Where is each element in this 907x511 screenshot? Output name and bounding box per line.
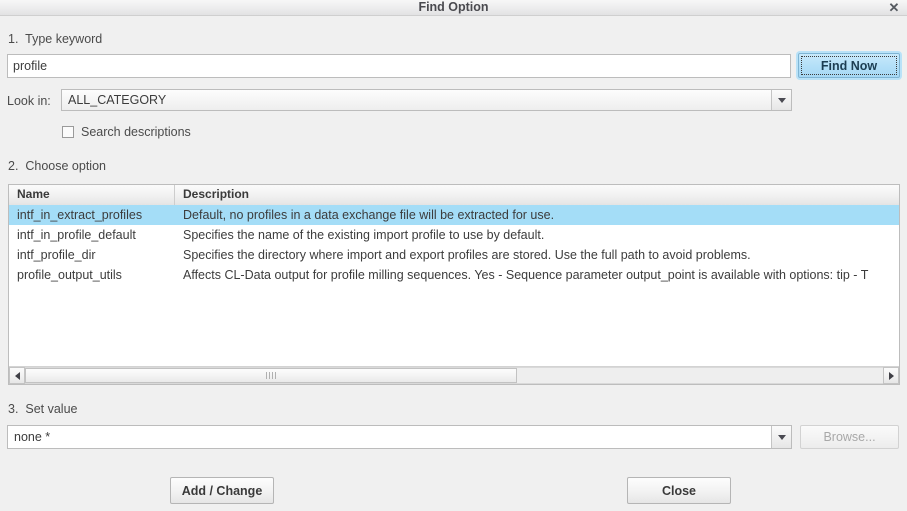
cell-name: intf_profile_dir xyxy=(9,245,175,265)
table-row[interactable]: intf_in_profile_default Specifies the na… xyxy=(9,225,899,245)
close-button[interactable]: Close xyxy=(627,477,731,504)
scrollbar-track[interactable] xyxy=(25,367,883,384)
close-icon[interactable]: ✕ xyxy=(885,0,903,16)
step-1-label: 1. Type keyword xyxy=(8,32,102,46)
arrow-right-icon[interactable] xyxy=(883,367,899,384)
find-now-label: Find Now xyxy=(821,59,877,73)
cell-name: intf_in_profile_default xyxy=(9,225,175,245)
arrow-left-icon[interactable] xyxy=(9,367,25,384)
cell-description: Affects CL-Data output for profile milli… xyxy=(175,265,899,285)
browse-button[interactable]: Browse... xyxy=(800,425,899,449)
add-change-label: Add / Change xyxy=(182,484,263,498)
step-2-label: 2. Choose option xyxy=(8,159,106,173)
horizontal-scrollbar[interactable] xyxy=(9,366,899,384)
window-titlebar: Find Option ✕ xyxy=(0,0,907,16)
table-row[interactable]: intf_profile_dir Specifies the directory… xyxy=(9,245,899,265)
chevron-down-icon[interactable] xyxy=(771,426,791,448)
browse-label: Browse... xyxy=(823,430,875,444)
table-row[interactable]: profile_output_utils Affects CL-Data out… xyxy=(9,265,899,285)
options-table-body: intf_in_extract_profiles Default, no pro… xyxy=(9,205,899,366)
keyword-input[interactable] xyxy=(7,54,791,78)
column-header-description[interactable]: Description xyxy=(175,185,899,205)
look-in-value: ALL_CATEGORY xyxy=(62,90,771,110)
search-descriptions-checkbox-row[interactable]: Search descriptions xyxy=(62,125,191,139)
close-button-label: Close xyxy=(662,484,696,498)
set-value-text: none * xyxy=(8,426,771,448)
look-in-combobox[interactable]: ALL_CATEGORY xyxy=(61,89,792,111)
step-3-label: 3. Set value xyxy=(8,402,78,416)
scroll-grip-icon xyxy=(266,372,276,379)
cell-description: Specifies the directory where import and… xyxy=(175,245,899,265)
add-change-button[interactable]: Add / Change xyxy=(170,477,274,504)
window-title: Find Option xyxy=(0,0,907,15)
chevron-down-icon[interactable] xyxy=(771,90,791,110)
find-now-button[interactable]: Find Now xyxy=(798,53,900,78)
look-in-label: Look in: xyxy=(7,94,51,108)
cell-description: Specifies the name of the existing impor… xyxy=(175,225,899,245)
cell-description: Default, no profiles in a data exchange … xyxy=(175,205,899,225)
set-value-combobox[interactable]: none * xyxy=(7,425,792,449)
cell-name: intf_in_extract_profiles xyxy=(9,205,175,225)
table-row[interactable]: intf_in_extract_profiles Default, no pro… xyxy=(9,205,899,225)
cell-name: profile_output_utils xyxy=(9,265,175,285)
table-header-row: Name Description xyxy=(9,185,899,206)
options-table-panel: Name Description intf_in_extract_profile… xyxy=(8,184,900,385)
search-descriptions-label: Search descriptions xyxy=(81,125,191,139)
column-header-name[interactable]: Name xyxy=(9,185,175,205)
scrollbar-thumb[interactable] xyxy=(25,368,517,383)
search-descriptions-checkbox[interactable] xyxy=(62,126,74,138)
